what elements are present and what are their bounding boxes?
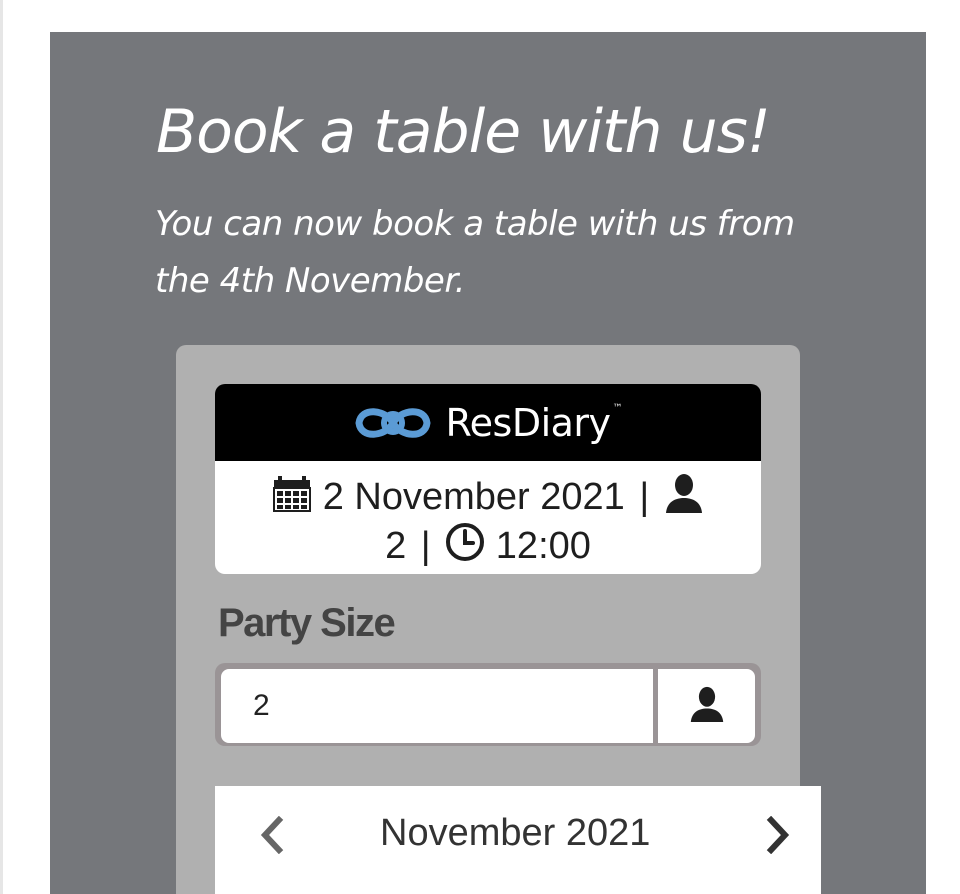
summary-date: 2 November 2021 [322,476,625,518]
summary-separator: | [639,476,650,518]
page-edge [0,0,3,894]
party-size-input[interactable] [221,669,653,743]
resdiary-logo: ResDiary ™ [353,400,623,445]
summary-time: 12:00 [495,525,591,567]
promo-heading: Book a table with us! [156,97,771,167]
summary-row-time: 2 | 12:00 [215,522,761,573]
booking-summary[interactable]: 2 November 2021 | 2 | 12:00 [215,461,761,574]
calendar-icon [272,473,312,524]
summary-separator-2: | [420,525,431,567]
calendar-month-label: November 2021 [380,812,651,854]
user-icon [689,686,725,727]
summary-party-size: 2 [385,525,407,567]
chevron-left-icon [260,816,284,854]
resdiary-header: ResDiary ™ [215,384,761,461]
clock-icon [445,522,485,573]
brand-name: ResDiary [445,400,611,445]
user-icon [664,473,704,524]
party-size-addon [658,669,755,743]
next-month-button[interactable] [760,815,796,855]
prev-month-button[interactable] [254,815,290,855]
summary-row-date: 2 November 2021 | [215,473,761,524]
promo-subheading: You can now book a table with us from th… [155,204,795,301]
resdiary-logo-icon [355,407,431,438]
brand-trademark: ™ [612,403,623,414]
party-size-label: Party Size [218,601,396,645]
chevron-right-icon [766,816,790,854]
